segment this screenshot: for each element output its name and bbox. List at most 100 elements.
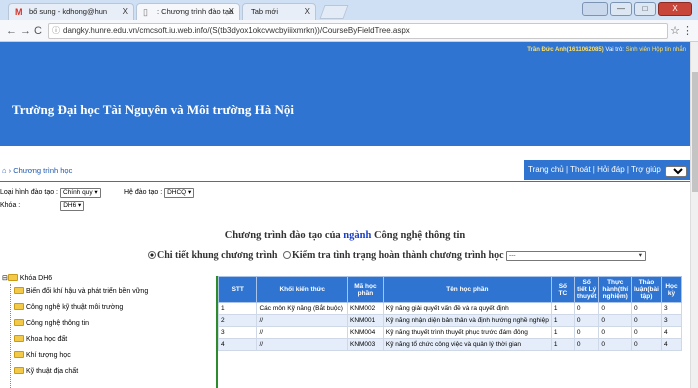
cell: 1 [550, 326, 575, 339]
cell: Kỹ năng giải quyết vấn đề và ra quyết đị… [382, 302, 552, 315]
cell: 0 [630, 314, 662, 327]
table-row[interactable]: 4//KNM003 Kỹ năng tổ chức công việc và qu… [217, 338, 683, 351]
profile-button[interactable] [582, 2, 608, 16]
page-content: Trần Đức Anh(1611062085) Vai trò: Sinh v… [0, 42, 690, 388]
cell: // [256, 338, 348, 351]
home-icon[interactable]: ⌂ › [2, 166, 13, 175]
cell: 0 [573, 314, 600, 327]
tree-item[interactable]: Khoa học đất [14, 335, 67, 343]
program-select[interactable]: --- ▾ [506, 251, 647, 261]
folder-icon [14, 351, 24, 358]
tree-item-label: Khí tượng học [26, 352, 71, 359]
cell: 0 [598, 326, 632, 339]
close-window-button[interactable]: X [658, 2, 692, 16]
info-icon: ⓘ [52, 26, 60, 35]
cell: 0 [573, 326, 600, 339]
maximize-button[interactable]: □ [634, 2, 656, 16]
tab-gmail[interactable]: M bổ sung - kdhong@hun X [8, 3, 134, 20]
col-discussion: Thảo luận(bài tập) [630, 276, 662, 303]
tree-item-label: Công nghệ thông tin [26, 320, 90, 327]
cell: 3 [660, 314, 683, 327]
menu-icon[interactable]: ⋮ [682, 24, 693, 37]
tab-new[interactable]: Tab mới X [242, 3, 316, 20]
language-select[interactable]: VN [665, 165, 688, 177]
table-header-row: STT Khối kiến thức Mã học phần Tên học p… [217, 276, 683, 303]
col-course-code: Mã học phần [346, 276, 384, 303]
new-tab-button[interactable] [319, 5, 349, 19]
table-row[interactable]: 2//KNM001 Kỹ năng nhận diện bản thân và đ… [217, 314, 683, 327]
tree-item[interactable]: Biến đổi khí hậu và phát triển bền vững [14, 287, 148, 295]
user-info: Trần Đức Anh(1611062085) Vai trò: Sinh v… [527, 47, 686, 53]
cell: // [256, 326, 348, 339]
tree-item-label: Công nghệ kỹ thuật môi trường [26, 304, 124, 311]
folder-icon [14, 335, 24, 342]
col-semester: Học kỳ [660, 276, 683, 303]
collapse-icon[interactable]: ⊟ [2, 275, 8, 282]
tree-root[interactable]: ⊟ Khóa DH6 [2, 274, 52, 282]
tab-label: : Chương trình đào tạo [157, 7, 234, 16]
cell: KNM004 [346, 326, 384, 339]
gmail-icon: M [15, 7, 23, 17]
radio-check-progress[interactable] [282, 251, 291, 259]
training-system-label: Hệ đào tạo : [124, 189, 163, 196]
close-tab-icon[interactable]: X [305, 7, 310, 16]
user-name[interactable]: Trần Đức Anh(1611062085) [527, 47, 604, 53]
course-tree: ⊟ Khóa DH6 Biến đổi khí hậu và phát triển… [0, 274, 214, 388]
col-course-name: Tên học phần [382, 276, 552, 303]
forward-icon[interactable]: → [20, 24, 31, 38]
table-row[interactable]: 3//KNM004 Kỹ năng thuyết trình thuyết phụ… [217, 326, 683, 339]
training-system-select[interactable]: DHCQ ▾ [164, 188, 195, 198]
bookmark-star-icon[interactable]: ☆ [670, 24, 680, 37]
cohort-label: Khóa : [0, 202, 21, 209]
tree-item-label: Biến đổi khí hậu và phát triển bền vững [26, 288, 149, 295]
folder-icon [14, 367, 24, 374]
cell: KNM002 [346, 302, 384, 315]
heading-word: ngành [343, 230, 372, 241]
breadcrumb-bar: ⌂ › Chương trình học Trang chủ | Thoát |… [0, 160, 690, 182]
tab-label: bổ sung - kdhong@hun [29, 7, 108, 16]
minimize-button[interactable]: — [610, 2, 632, 16]
close-tab-icon[interactable]: X [123, 7, 128, 16]
program-type-select[interactable]: Chính quy ▾ [59, 188, 101, 198]
address-bar[interactable]: ⓘ dangky.hunre.edu.vn/cmcsoft.iu.web.inf… [48, 23, 668, 39]
tab-strip: M bổ sung - kdhong@hun X ▯ : Chương trìn… [0, 0, 698, 20]
cell: KNM001 [346, 314, 384, 327]
cell: Kỹ năng nhận diện bản thân và định hướng… [382, 314, 552, 327]
table-row[interactable]: 1 Các môn Kỹ năng (Bắt buộc) KNM002 Kỹ năng… [217, 302, 683, 315]
tree-item[interactable]: Công nghệ thông tin [14, 319, 89, 327]
user-role[interactable]: Sinh viên Hộp tin nhắn [626, 47, 686, 53]
cell: 0 [598, 338, 632, 351]
tree-root-label: Khóa DH6 [19, 275, 53, 282]
back-icon[interactable]: ← [6, 24, 17, 38]
cohort-value: DH6 [63, 202, 77, 209]
cell: Kỹ năng thuyết trình thuyết phục trước đ… [382, 326, 552, 339]
major-name: Công nghệ thông tin [373, 230, 466, 241]
cell: 2 [217, 314, 258, 327]
close-tab-icon[interactable]: X [229, 7, 234, 16]
cell: 0 [598, 314, 632, 327]
tree-item[interactable]: Kỹ thuật địa chất [14, 367, 78, 375]
scrollbar-thumb[interactable] [692, 72, 698, 192]
cohort-select[interactable]: DH6 ▾ [60, 201, 85, 211]
col-stt: STT [217, 276, 258, 303]
training-system-value: DHCQ [167, 189, 187, 196]
col-credits: Số TC [550, 276, 575, 303]
cell: // [256, 314, 348, 327]
course-table: STT Khối kiến thức Mã học phần Tên học p… [217, 276, 683, 351]
tree-item[interactable]: Công nghệ kỹ thuật môi trường [14, 303, 123, 311]
top-menu-links[interactable]: Trang chủ | Thoát | Hỏi đáp | Trợ giúp [528, 165, 661, 174]
cell: 0 [630, 338, 662, 351]
cell: 3 [660, 302, 683, 315]
radio-detail[interactable] [148, 251, 156, 259]
tree-item[interactable]: Khí tượng học [14, 351, 71, 359]
breadcrumb-link[interactable]: Chương trình học [13, 166, 72, 175]
cell: 1 [217, 302, 258, 315]
cell: 4 [217, 338, 258, 351]
folder-icon [14, 287, 24, 294]
program-select-value: --- [509, 252, 516, 259]
tab-curriculum[interactable]: ▯ : Chương trình đào tạo X [136, 3, 240, 20]
page-scrollbar[interactable] [690, 42, 698, 388]
option-progress-label: Kiểm tra tình trạng hoàn thành chương tr… [291, 250, 504, 261]
reload-icon[interactable]: C [34, 24, 42, 38]
top-menu: Trang chủ | Thoát | Hỏi đáp | Trợ giúp V… [524, 160, 690, 180]
